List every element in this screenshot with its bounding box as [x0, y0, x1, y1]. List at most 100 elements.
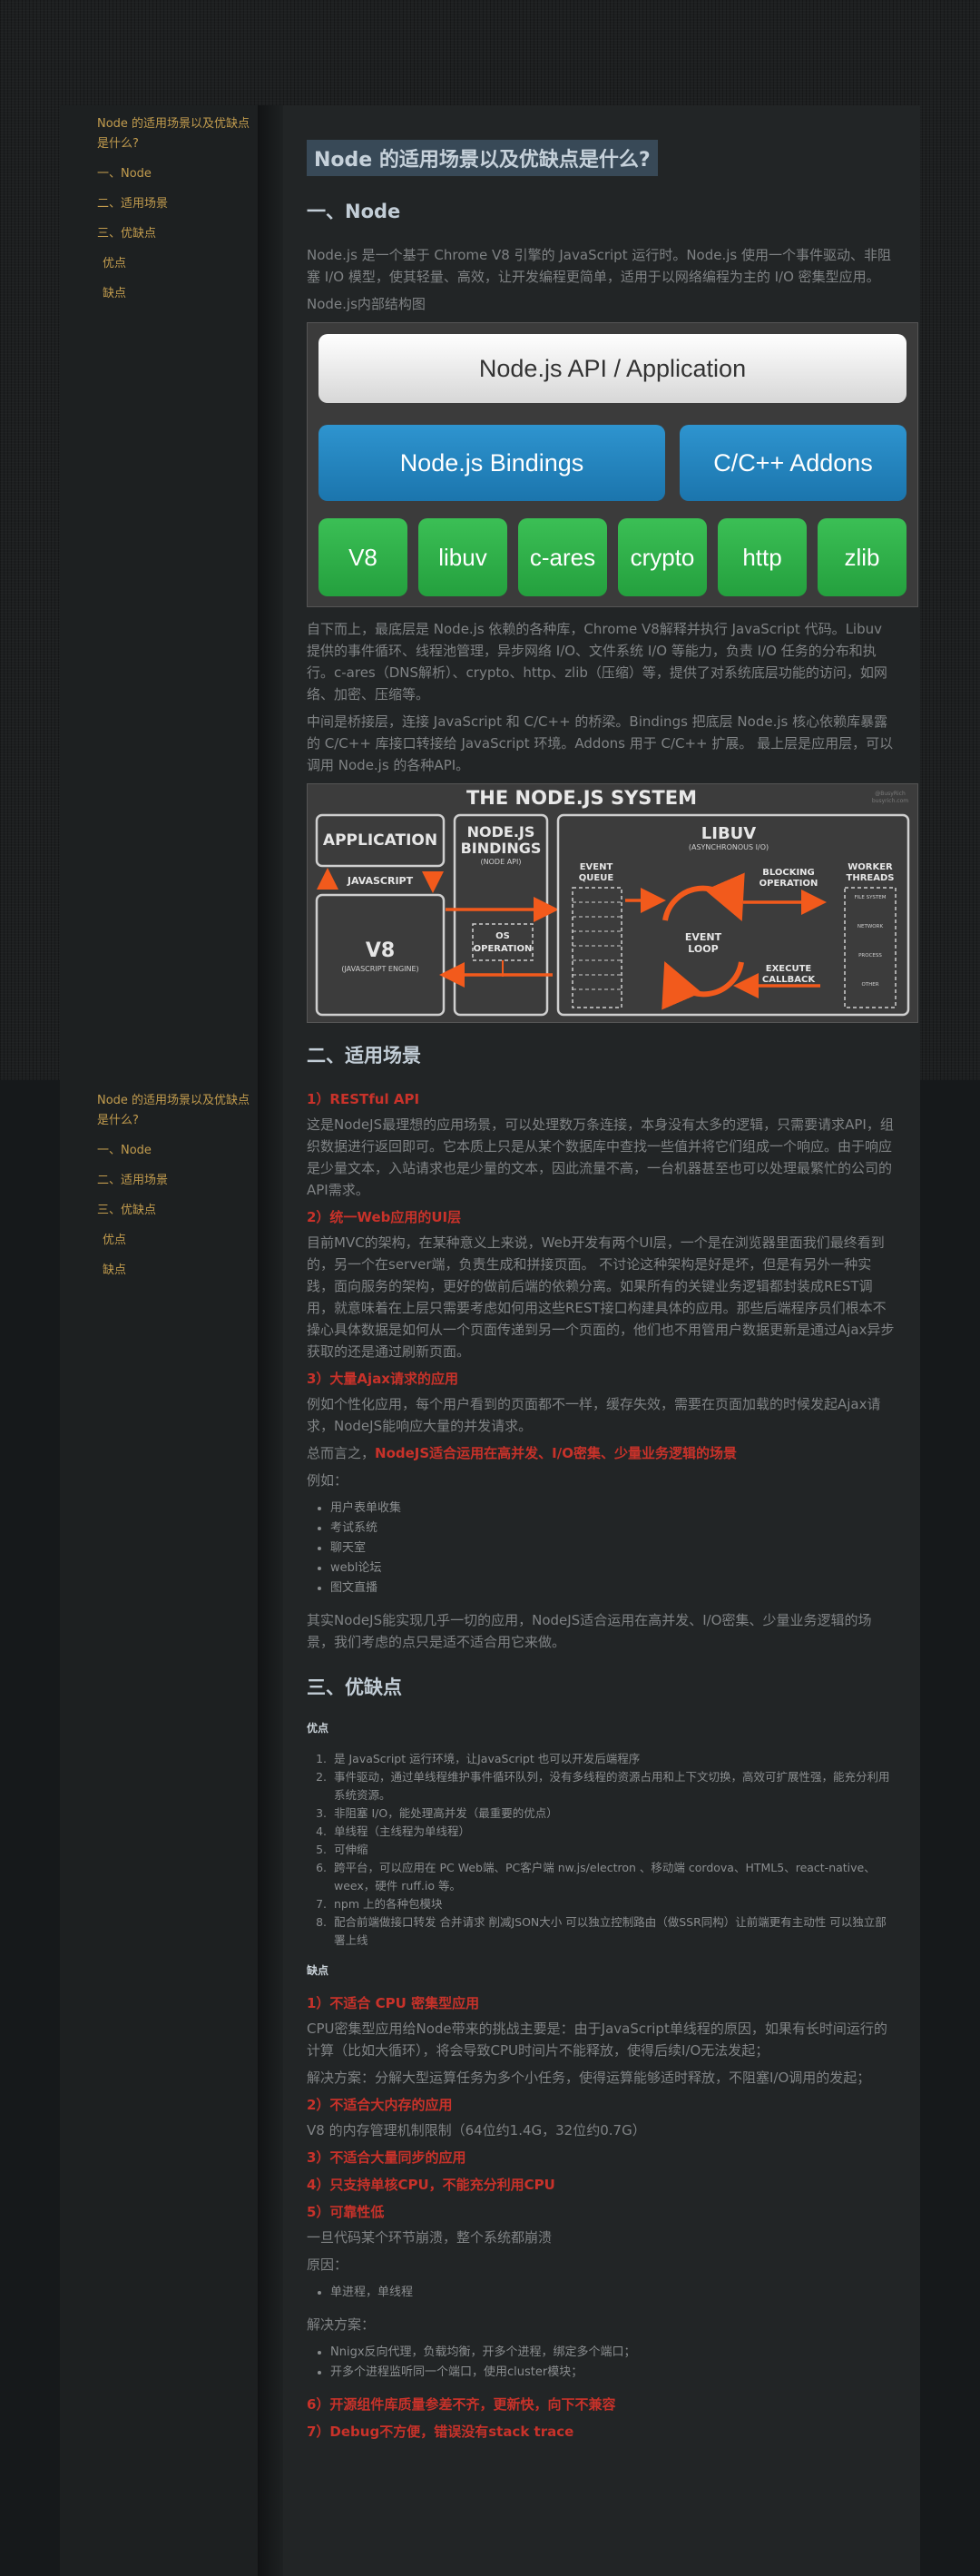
con-cpu-heading: 1）不适合 CPU 密集型应用	[307, 1995, 480, 2011]
causes-list: 单进程，单线程	[330, 2283, 895, 2303]
diagram-credit-site: busyrich.com	[872, 798, 908, 804]
pros-label: 优点	[307, 1722, 329, 1735]
toc-item-pros-cons[interactable]: 三、优缺点	[97, 224, 251, 244]
label-libuv-sub: (ASYNCHRONOUS I/O)	[689, 843, 769, 851]
layer-addons: C/C++ Addons	[680, 425, 906, 501]
article-content: Node 的适用场景以及优缺点是什么? 一、Node Node.js 是一个基于…	[307, 140, 918, 2446]
section-heading-pros-cons: 三、优缺点	[307, 1676, 402, 1698]
paragraph-node-intro: Node.js 是一个基于 Chrome V8 引擎的 JavaScript 运…	[307, 247, 892, 285]
table-of-contents: Node 的适用场景以及优缺点是什么? 一、Node 二、适用场景 三、优缺点 …	[97, 114, 251, 314]
cause-label: 原因：	[307, 2256, 348, 2273]
worker-network: NETWORK	[858, 924, 884, 929]
label-blocking-2: OPERATION	[760, 879, 818, 889]
nodejs-architecture-diagram: Node.js API / Application Node.js Bindin…	[307, 322, 918, 607]
table-of-contents-sticky: Node 的适用场景以及优缺点是什么? 一、Node 二、适用场景 三、优缺点 …	[97, 1091, 251, 1291]
solution-label: 解决方案：	[307, 2316, 376, 2333]
con-single-core-heading: 4）只支持单核CPU，不能充分利用CPU	[307, 2177, 555, 2193]
label-libuv: LIBUV	[701, 824, 757, 843]
toc-item-pros[interactable]: 优点	[97, 254, 251, 274]
examples-list: 用户表单收集 考试系统 聊天室 webl论坛 图文直播	[330, 1499, 895, 1598]
label-execute-2: CALLBACK	[762, 975, 817, 985]
label-event-loop-2: LOOP	[688, 943, 718, 955]
nodejs-system-diagram: THE NODE.JS SYSTEM @BusyRich busyrich.co…	[307, 783, 918, 1023]
paragraph-ui-layer: 目前MVC的架构，在某种意义上来说，Web开发有两个UI层，一个是在浏览器里面我…	[307, 1234, 895, 1360]
paragraph-bottom-layer: 自下而上，最底层是 Node.js 依赖的各种库，Chrome V8解释并执行 …	[307, 621, 887, 703]
toc-title: Node 的适用场景以及优缺点是什么?	[97, 117, 250, 151]
toc-item-pros[interactable]: 优点	[97, 1231, 251, 1251]
paragraph-restful: 这是NodeJS最理想的应用场景，可以处理数万条连接，本身没有太多的逻辑，只需要…	[307, 1116, 894, 1198]
con-reliability-desc: 一旦代码某个环节崩溃，整个系统都崩溃	[307, 2229, 553, 2246]
paragraph-summary: 总而言之，NodeJS适合运用在高并发、I/O密集、少量业务逻辑的场景	[307, 1442, 895, 1464]
lib-crypto: crypto	[618, 518, 707, 596]
label-bindings-1: NODE.JS	[467, 823, 535, 841]
toc-item-cons[interactable]: 缺点	[97, 1261, 251, 1281]
label-javascript: JAVASCRIPT	[347, 875, 414, 887]
pros-list: 是 JavaScript 运行环境，让JavaScript 也可以开发后端程序 …	[330, 1750, 895, 1950]
list-item: 事件驱动，通过单线程维护事件循环队列，没有多线程的资源占用和上下文切换，高效可扩…	[330, 1768, 895, 1804]
toc-item-scenarios[interactable]: 二、适用场景	[97, 194, 251, 214]
label-v8-sub: (JAVASCRIPT ENGINE)	[341, 965, 418, 973]
toc-item-node[interactable]: 一、Node	[97, 164, 251, 184]
worker-file-system: FILE SYSTEM	[855, 895, 887, 900]
con-reliability-heading: 5）可靠性低	[307, 2204, 385, 2220]
list-item: 单线程（主线程为单线程）	[330, 1823, 895, 1841]
con-cpu-solution: 解决方案：分解大型运算任务为多个小任务，使得运算能够适时释放，不阻塞I/O调用的…	[307, 2070, 871, 2086]
label-execute-1: EXECUTE	[766, 964, 812, 974]
list-item: 考试系统	[330, 1519, 895, 1539]
box-os-operation	[472, 923, 534, 961]
list-item: 可伸缩	[330, 1841, 895, 1859]
subheading-ui-layer: 2）统一Web应用的UI层	[307, 1209, 462, 1225]
list-item: 跨平台，可以应用在 PC Web端、PC客户端 nw.js/electron 、…	[330, 1859, 895, 1895]
label-event-loop-1: EVENT	[685, 931, 722, 943]
page-wrapper: Node 的适用场景以及优缺点是什么? 一、Node 二、适用场景 三、优缺点 …	[60, 105, 920, 2576]
lib-v8: V8	[318, 518, 407, 596]
paragraph-conclusion: 其实NodeJS能实现几乎一切的应用，NodeJS适合运用在高并发、I/O密集、…	[307, 1612, 872, 1650]
worker-other: OTHER	[861, 982, 878, 988]
sidebar: Node 的适用场景以及优缺点是什么? 一、Node 二、适用场景 三、优缺点 …	[60, 105, 258, 2576]
event-queue-slots	[572, 887, 622, 1008]
list-item: 开多个进程监听同一个端口，使用cluster模块；	[330, 2363, 895, 2383]
label-workers-2: THREADS	[847, 873, 895, 883]
label-workers-1: WORKER	[848, 862, 893, 872]
list-item: 单进程，单线程	[330, 2283, 895, 2303]
list-item: Nnigx反向代理，负载均衡，开多个进程，绑定多个端口；	[330, 2343, 895, 2363]
lib-c-ares: c-ares	[518, 518, 607, 596]
con-memory-heading: 2）不适合大内存的应用	[307, 2097, 453, 2113]
toc-title: Node 的适用场景以及优缺点是什么?	[97, 1094, 250, 1127]
list-item: 图文直播	[330, 1578, 895, 1598]
label-v8: V8	[366, 939, 395, 962]
con-debug-heading: 7）Debug不方便，错误没有stack trace	[307, 2424, 574, 2440]
toc-item-scenarios[interactable]: 二、适用场景	[97, 1171, 251, 1191]
section-heading-node: 一、Node	[307, 201, 401, 222]
con-sync-heading: 3）不适合大量同步的应用	[307, 2149, 466, 2166]
lib-zlib: zlib	[818, 518, 906, 596]
con-memory-desc: V8 的内存管理机制限制（64位约1.4G，32位约0.7G）	[307, 2122, 646, 2138]
list-item: 非阻塞 I/O，能处理高并发（最重要的优点）	[330, 1804, 895, 1823]
solutions-list: Nnigx反向代理，负载均衡，开多个进程，绑定多个端口； 开多个进程监听同一个端…	[330, 2343, 895, 2383]
article-title: Node 的适用场景以及优缺点是什么?	[307, 140, 658, 176]
paragraph-ajax: 例如个性化应用，每个用户看到的页面都不一样，缓存失效，需要在页面加载的时候发起A…	[307, 1396, 881, 1434]
label-os-1: OS	[495, 931, 510, 941]
nodejs-system-svg: THE NODE.JS SYSTEM @BusyRich busyrich.co…	[315, 787, 910, 1017]
list-item: npm 上的各种包模块	[330, 1895, 895, 1913]
paragraph-structure-caption: Node.js内部结构图	[307, 296, 426, 312]
toc-item-node[interactable]: 一、Node	[97, 1141, 251, 1161]
article-panel: Node 的适用场景以及优缺点是什么? 一、Node Node.js 是一个基于…	[283, 105, 920, 2576]
paragraph-example-label: 例如：	[307, 1472, 348, 1489]
list-item: webl论坛	[330, 1558, 895, 1578]
list-item: 配合前端做接口转发 合并请求 削减JSON大小 可以独立控制路由（做SSR同构）…	[330, 1913, 895, 1950]
label-event-queue-2: QUEUE	[579, 873, 614, 883]
list-item: 是 JavaScript 运行环境，让JavaScript 也可以开发后端程序	[330, 1750, 895, 1768]
paragraph-middle-layer: 中间是桥接层，连接 JavaScript 和 C/C++ 的桥梁。Binding…	[307, 713, 894, 773]
subheading-ajax: 3）大量Ajax请求的应用	[307, 1371, 458, 1387]
label-os-2: OPERATION	[474, 944, 533, 954]
sidebar-divider	[258, 105, 283, 2576]
label-blocking-1: BLOCKING	[762, 868, 815, 878]
list-item: 用户表单收集	[330, 1499, 895, 1519]
toc-item-pros-cons[interactable]: 三、优缺点	[97, 1201, 251, 1221]
label-bindings-2: BINDINGS	[461, 840, 542, 857]
lib-libuv: libuv	[418, 518, 507, 596]
section-heading-scenarios: 二、适用场景	[307, 1045, 421, 1067]
toc-item-cons[interactable]: 缺点	[97, 284, 251, 304]
con-cpu-desc: CPU密集型应用给Node带来的挑战主要是：由于JavaScript单线程的原因…	[307, 2020, 887, 2059]
